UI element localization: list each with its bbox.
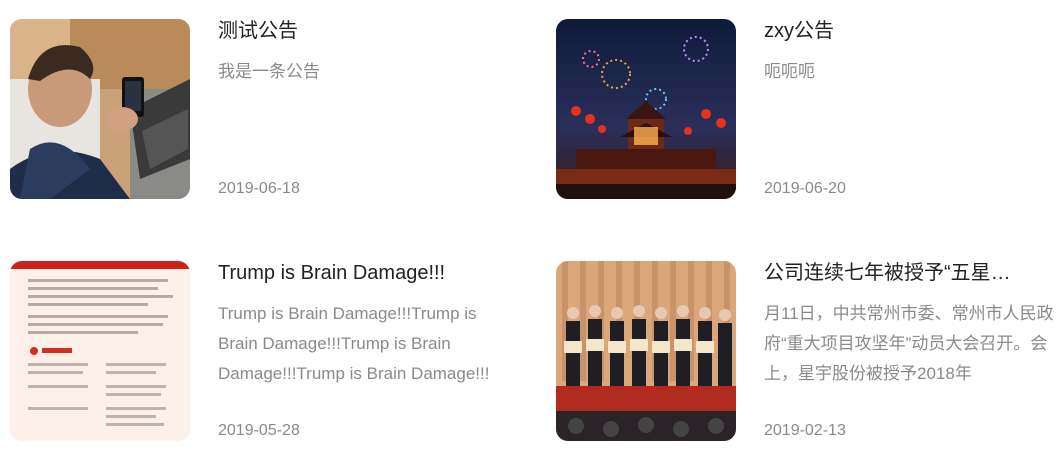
notice-thumbnail[interactable] — [10, 19, 190, 199]
notice-date: 2019-06-18 — [218, 180, 300, 197]
notice-title[interactable]: 测试公告 — [218, 19, 508, 43]
award-ceremony-image — [556, 261, 736, 441]
notice-title[interactable]: Trump is Brain Damage!!! — [218, 261, 508, 285]
notice-date: 2019-05-28 — [218, 422, 300, 439]
notice-info: zxy公告 呃呃呃 2019-06-20 — [764, 19, 1054, 199]
notice-info: Trump is Brain Damage!!! Trump is Brain … — [218, 261, 508, 441]
notice-title[interactable]: 公司连续七年被授予“五星… — [764, 261, 1054, 285]
notice-description: Trump is Brain Damage!!!Trump is Brain D… — [218, 304, 490, 383]
notice-card[interactable]: Trump is Brain Damage!!! Trump is Brain … — [10, 261, 510, 441]
notice-thumbnail[interactable] — [556, 19, 736, 199]
notice-description: 月11日，中共常州市委、常州市人民政府“重大项目攻坚年”动员大会召开。会上，星宇… — [764, 304, 1054, 383]
notice-date: 2019-02-13 — [764, 422, 846, 439]
notice-date: 2019-06-20 — [764, 180, 846, 197]
person-phone-laptop-image — [10, 19, 190, 199]
notice-title[interactable]: zxy公告 — [764, 19, 1054, 43]
notice-thumbnail[interactable] — [10, 261, 190, 441]
night-festival-image — [556, 19, 736, 199]
document-page-image — [10, 261, 190, 441]
notice-description: 我是一条公告 — [218, 62, 320, 81]
notice-card[interactable]: zxy公告 呃呃呃 2019-06-20 — [556, 19, 1056, 199]
notice-info: 测试公告 我是一条公告 2019-06-18 — [218, 19, 508, 199]
notice-info: 公司连续七年被授予“五星… 月11日，中共常州市委、常州市人民政府“重大项目攻坚… — [764, 261, 1054, 441]
notice-description: 呃呃呃 — [764, 62, 815, 81]
notice-thumbnail[interactable] — [556, 261, 736, 441]
notice-card[interactable]: 测试公告 我是一条公告 2019-06-18 — [10, 19, 510, 199]
notice-card[interactable]: 公司连续七年被授予“五星… 月11日，中共常州市委、常州市人民政府“重大项目攻坚… — [556, 261, 1056, 441]
notice-grid: 测试公告 我是一条公告 2019-06-18 zxy公告 呃呃呃 2019-06… — [0, 0, 1064, 467]
